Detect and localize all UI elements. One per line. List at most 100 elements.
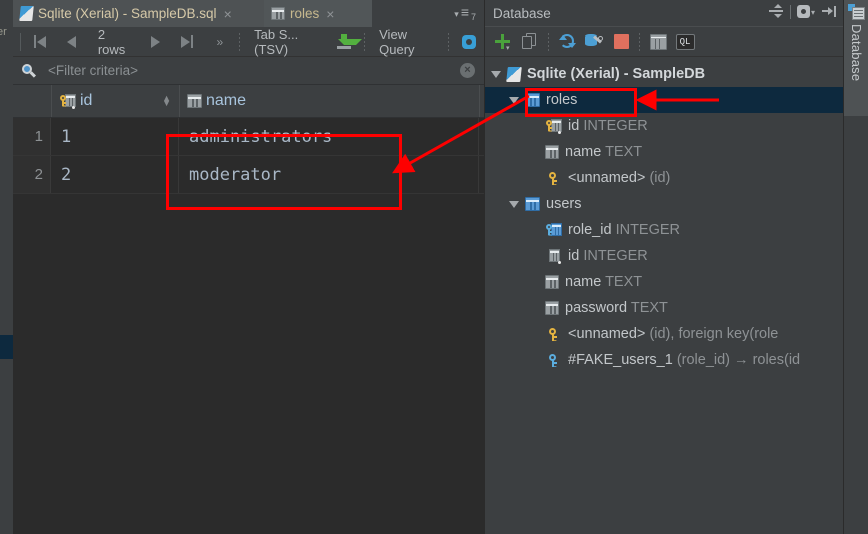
tree-node-roles-pk[interactable]: <unnamed> (id) <box>485 165 844 191</box>
tree-node-datasource[interactable]: Sqlite (Xerial) - SampleDB <box>485 61 844 87</box>
foreign-key-icon <box>547 353 560 367</box>
data-source-properties-button[interactable] <box>582 30 606 54</box>
database-tool-window-button[interactable]: Database <box>844 0 868 116</box>
expand-arrow-icon[interactable] <box>509 200 519 208</box>
table-icon <box>271 7 285 20</box>
key-name: <unnamed> <box>568 326 646 342</box>
load-more-button[interactable]: » <box>204 30 234 54</box>
grid-header-name[interactable]: name <box>180 85 480 117</box>
cell-name[interactable]: moderator <box>179 156 479 193</box>
cell-id[interactable]: 1 <box>51 118 179 155</box>
right-strip-label: Database <box>849 24 864 82</box>
toolbar-divider <box>20 32 21 51</box>
hide-panel-icon[interactable] <box>822 4 838 19</box>
tree-node-users-pk[interactable]: <unnamed> (id), foreign key(role <box>485 321 844 347</box>
toolbar-divider-3 <box>364 32 366 51</box>
app-window: er Sqlite (Xerial) - SampleDB.sql × role… <box>0 0 868 534</box>
view-query-button[interactable]: View Query <box>370 27 443 57</box>
tree-node-roles-pk-label: <unnamed> (id) <box>568 170 670 186</box>
tree-node-users-id[interactable]: id INTEGER <box>485 243 844 269</box>
add-data-source-button[interactable]: ▾ <box>491 30 515 54</box>
stop-button[interactable] <box>609 30 633 54</box>
jump-to-table-button[interactable] <box>646 30 670 54</box>
cell-id[interactable]: 2 <box>51 156 179 193</box>
column-icon <box>545 275 559 289</box>
filter-bar[interactable]: <Filter criteria> × <box>13 57 484 85</box>
column-icon <box>545 249 562 264</box>
tree-node-users-fk-label: #FAKE_users_1 (role_id) → roles(id <box>568 352 800 368</box>
column-name: role_id <box>568 222 612 238</box>
tree-node-users-pk-label: <unnamed> (id), foreign key(role <box>568 326 778 342</box>
grid-header-id[interactable]: id ▲ ▼ <box>52 85 180 117</box>
table-icon <box>649 33 667 50</box>
foreign-key-column-icon <box>545 223 562 237</box>
tree-node-roles[interactable]: roles <box>485 87 844 113</box>
row-count-label: 2 rows <box>97 26 126 57</box>
tree-node-users-role-id[interactable]: role_id INTEGER <box>485 217 844 243</box>
expand-collapse-icon[interactable] <box>768 4 784 19</box>
next-page-button[interactable] <box>140 30 170 54</box>
key-name: #FAKE_users_1 <box>568 352 673 368</box>
table-row[interactable]: 1 1 administrators <box>13 118 484 156</box>
plus-icon: ▾ <box>494 33 512 52</box>
hamburger-icon: ≡ <box>460 4 469 20</box>
tree-node-roles-name[interactable]: name TEXT <box>485 139 844 165</box>
copy-icon <box>521 33 539 50</box>
tree-node-users[interactable]: users <box>485 191 844 217</box>
left-strip-selection-marker[interactable] <box>0 335 13 359</box>
previous-page-button[interactable] <box>57 30 87 54</box>
tree-node-users-password-label: password TEXT <box>565 300 668 316</box>
tree-node-roles-label: roles <box>546 92 578 108</box>
export-to-file-button[interactable] <box>329 30 362 54</box>
tab-roles-label: roles <box>290 6 320 21</box>
database-panel-title: Database <box>493 5 551 21</box>
expand-arrow-icon[interactable] <box>491 70 501 78</box>
column-name: password <box>565 300 628 316</box>
grid-header-name-label: name <box>206 92 247 109</box>
first-page-button[interactable] <box>25 30 55 54</box>
open-console-button[interactable]: QL <box>673 30 697 54</box>
db-toolbar-divider-2 <box>639 32 640 51</box>
tab-sql-file[interactable]: Sqlite (Xerial) - SampleDB.sql × <box>13 0 264 27</box>
database-tool-window: Database ▾ ▾ QL Sqlite (Xerial) - Sample… <box>484 0 844 534</box>
table-row[interactable]: 2 2 moderator <box>13 156 484 194</box>
column-icon <box>545 145 559 159</box>
tab-list-menu-button[interactable]: ▾ ≡ 7 <box>454 4 476 22</box>
tab-sql-file-close-icon[interactable]: × <box>224 7 232 21</box>
sql-console-icon: QL <box>675 33 695 50</box>
tree-node-roles-id[interactable]: id INTEGER <box>485 113 844 139</box>
synchronize-button[interactable] <box>555 30 579 54</box>
grid-header-id-sort-icon[interactable]: ▲ ▼ <box>162 94 171 108</box>
duplicate-button[interactable] <box>518 30 542 54</box>
tree-node-users-label: users <box>546 196 582 212</box>
data-grid-toolbar: 2 rows » Tab S...(TSV) View Query <box>13 27 484 57</box>
filter-clear-icon[interactable]: × <box>460 63 475 78</box>
table-icon <box>525 93 540 107</box>
database-tree: Sqlite (Xerial) - SampleDB roles id INTE… <box>485 57 844 534</box>
cell-name[interactable]: administrators <box>179 118 479 155</box>
primary-key-icon <box>547 171 560 185</box>
chevron-down-icon: ▾ <box>454 9 459 19</box>
data-grid: id ▲ ▼ name 1 1 administrators 2 2 modera… <box>13 85 484 534</box>
tree-node-users-id-label: id INTEGER <box>568 248 648 264</box>
expand-arrow-icon[interactable] <box>509 96 519 104</box>
sql-file-icon <box>19 6 34 21</box>
refresh-icon <box>558 33 576 50</box>
tab-roles[interactable]: roles × <box>264 0 372 27</box>
filter-input[interactable]: <Filter criteria> <box>48 63 138 78</box>
left-tool-strip[interactable]: er <box>0 0 14 534</box>
last-page-button[interactable] <box>172 30 202 54</box>
column-type: TEXT <box>605 144 643 160</box>
data-source-settings-button[interactable] <box>454 30 484 54</box>
database-panel-header-tools: ▾ <box>768 4 838 19</box>
tab-roles-close-icon[interactable]: × <box>326 7 334 21</box>
tree-node-datasource-label: Sqlite (Xerial) - SampleDB <box>527 66 706 82</box>
tree-node-users-fk[interactable]: #FAKE_users_1 (role_id) → roles(id <box>485 347 844 373</box>
output-format-selector[interactable]: Tab S...(TSV) <box>245 27 327 57</box>
column-type: INTEGER <box>583 118 648 134</box>
tree-node-users-name[interactable]: name TEXT <box>485 269 844 295</box>
previous-page-icon <box>67 35 77 48</box>
tree-node-users-password[interactable]: password TEXT <box>485 295 844 321</box>
next-page-icon <box>150 35 160 48</box>
gear-icon[interactable]: ▾ <box>797 4 816 19</box>
